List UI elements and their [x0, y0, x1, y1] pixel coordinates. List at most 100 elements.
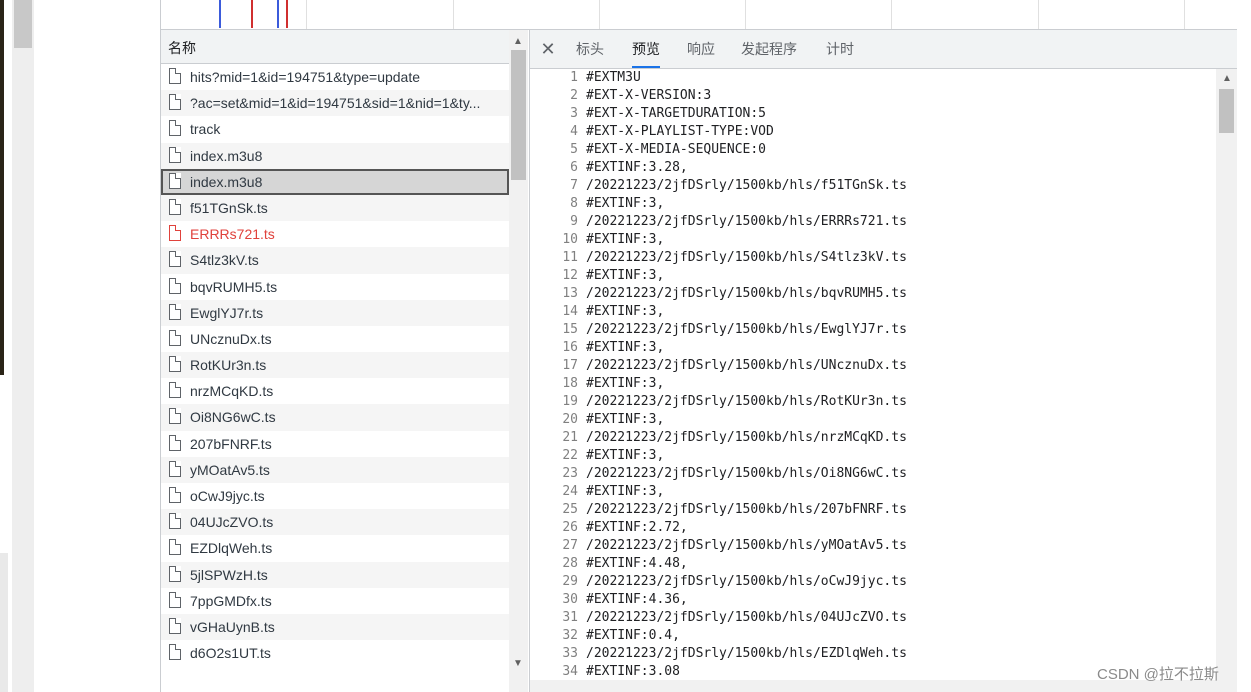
page-scrollbar[interactable]	[12, 0, 34, 692]
file-icon	[169, 382, 181, 399]
request-row[interactable]: 5jlSPWzH.ts	[161, 561, 509, 588]
code-line: 13/20221223/2jfDSrly/1500kb/hls/bqvRUMH5…	[530, 285, 1216, 303]
code-line: 1 #EXTM3U	[530, 69, 1216, 87]
file-icon	[169, 68, 181, 84]
request-name: ERRRs721.ts	[190, 226, 275, 243]
file-icon	[169, 329, 181, 346]
code-line: 7/20221223/2jfDSrly/1500kb/hls/f51TGnSk.…	[530, 177, 1216, 195]
file-icon	[169, 277, 181, 294]
line-text: #EXTINF:3,	[586, 484, 665, 499]
code-line: 26 #EXTINF:2.72,	[530, 519, 1216, 537]
line-number: 17	[562, 358, 578, 373]
request-row[interactable]: ?ac=set&mid=1&id=194751&sid=1&nid=1&ty..…	[161, 90, 509, 117]
request-row[interactable]: ERRRs721.ts	[161, 221, 509, 247]
request-name: index.m3u8	[190, 173, 263, 190]
line-number: 2	[570, 88, 578, 103]
request-row[interactable]: 04UJcZVO.ts	[161, 509, 509, 536]
line-text: /20221223/2jfDSrly/1500kb/hls/yMOatAv5.t…	[586, 538, 907, 553]
file-icon	[169, 565, 181, 582]
scroll-up-arrow-icon[interactable]: ▲	[513, 36, 523, 47]
line-number: 20	[562, 412, 578, 427]
request-row[interactable]: EwglYJ7r.ts	[161, 299, 509, 326]
request-row[interactable]: hits?mid=1&id=194751&type=update	[161, 64, 509, 90]
timeline-overview[interactable]	[161, 0, 1237, 30]
line-number: 4	[570, 124, 578, 139]
code-line: 30 #EXTINF:4.36,	[530, 591, 1216, 609]
name-column-header[interactable]: 名称	[161, 30, 509, 64]
tab-initiator[interactable]: 发起程序	[741, 30, 797, 68]
request-row[interactable]: RotKUr3n.ts	[161, 352, 509, 379]
line-text: #EXTINF:3,	[586, 268, 665, 283]
timeline-gridline	[891, 0, 892, 29]
request-row[interactable]: EZDlqWeh.ts	[161, 535, 509, 561]
line-number: 22	[562, 448, 578, 463]
request-row[interactable]: f51TGnSk.ts	[161, 194, 509, 222]
file-icon	[169, 251, 181, 268]
code-line: 18 #EXTINF:3,	[530, 375, 1216, 393]
file-icon	[169, 434, 181, 451]
line-number: 3	[570, 106, 578, 121]
request-name: d6O2s1UT.ts	[190, 645, 271, 662]
line-text: /20221223/2jfDSrly/1500kb/hls/oCwJ9jyc.t…	[586, 574, 907, 589]
line-number: 9	[570, 214, 578, 229]
scroll-down-arrow-icon[interactable]: ▼	[513, 658, 523, 669]
line-number: 31	[562, 610, 578, 625]
request-name: EZDlqWeh.ts	[190, 540, 273, 557]
code-line: 10 #EXTINF:3,	[530, 231, 1216, 249]
request-row[interactable]: 207bFNRF.ts	[161, 431, 509, 457]
request-name: S4tlz3kV.ts	[190, 252, 259, 269]
request-row[interactable]: UNcznuDx.ts	[161, 326, 509, 352]
page-scrollbar-thumb[interactable]	[14, 0, 32, 48]
timeline-gridline	[453, 0, 454, 29]
request-row[interactable]: vGHaUynB.ts	[161, 613, 509, 641]
request-name: f51TGnSk.ts	[190, 199, 268, 216]
line-number: 11	[562, 250, 578, 265]
request-row[interactable]: S4tlz3kV.ts	[161, 247, 509, 274]
preview-scrollbar[interactable]: ▲	[1216, 69, 1237, 680]
page-left-strip-bottom	[0, 553, 8, 692]
code-line: 15/20221223/2jfDSrly/1500kb/hls/EwglYJ7r…	[530, 321, 1216, 339]
close-icon[interactable]: ✕	[538, 39, 558, 59]
file-icon	[169, 408, 181, 425]
line-text: #EXTINF:3.08	[586, 664, 680, 679]
preview-scrollbar-thumb[interactable]	[1219, 89, 1234, 133]
tab-preview[interactable]: 预览	[632, 30, 660, 68]
preview-content[interactable]: 1 #EXTM3U 2 #EXT-X-VERSION:3 3 #EXT-X-TARGETD…	[530, 69, 1216, 680]
request-row[interactable]: index.m3u8	[161, 142, 509, 169]
line-text: /20221223/2jfDSrly/1500kb/hls/bqvRUMH5.t…	[586, 286, 907, 301]
tab-headers[interactable]: 标头	[576, 30, 604, 68]
request-list-scrollbar[interactable]: ▲ ▼	[509, 30, 528, 692]
request-row[interactable]: index.m3u8	[161, 168, 509, 195]
file-icon	[169, 644, 181, 661]
line-number: 34	[562, 664, 578, 679]
line-number: 26	[562, 520, 578, 535]
request-row[interactable]: bqvRUMH5.ts	[161, 274, 509, 300]
code-line: 27/20221223/2jfDSrly/1500kb/hls/yMOatAv5…	[530, 537, 1216, 555]
line-number: 21	[562, 430, 578, 445]
code-line: 31/20221223/2jfDSrly/1500kb/hls/04UJcZVO…	[530, 609, 1216, 627]
request-list-scrollbar-thumb[interactable]	[511, 50, 526, 180]
request-row[interactable]: d6O2s1UT.ts	[161, 640, 509, 666]
file-icon	[169, 356, 181, 373]
watermark: CSDN @拉不拉斯	[1097, 666, 1219, 683]
code-line: 20 #EXTINF:3,	[530, 411, 1216, 429]
tab-response[interactable]: 响应	[687, 30, 715, 68]
request-row[interactable]: track	[161, 116, 509, 142]
line-text: /20221223/2jfDSrly/1500kb/hls/Oi8NG6wC.t…	[586, 466, 907, 481]
line-number: 23	[562, 466, 578, 481]
line-number: 8	[570, 196, 578, 211]
request-row[interactable]: oCwJ9jyc.ts	[161, 483, 509, 509]
scroll-up-arrow-icon[interactable]: ▲	[1222, 73, 1232, 84]
request-row[interactable]: Oi8NG6wC.ts	[161, 404, 509, 431]
request-row[interactable]: nrzMCqKD.ts	[161, 378, 509, 404]
line-number: 7	[570, 178, 578, 193]
line-number: 15	[562, 322, 578, 337]
request-name: bqvRUMH5.ts	[190, 278, 278, 295]
line-text: #EXT-X-MEDIA-SEQUENCE:0	[586, 142, 767, 157]
request-row[interactable]: 7ppGMDfx.ts	[161, 588, 509, 614]
line-text: #EXTINF:4.36,	[586, 592, 688, 607]
request-row[interactable]: yMOatAv5.ts	[161, 456, 509, 483]
file-icon	[169, 513, 181, 530]
tab-timing[interactable]: 计时	[826, 30, 854, 68]
request-name: RotKUr3n.ts	[190, 357, 267, 374]
